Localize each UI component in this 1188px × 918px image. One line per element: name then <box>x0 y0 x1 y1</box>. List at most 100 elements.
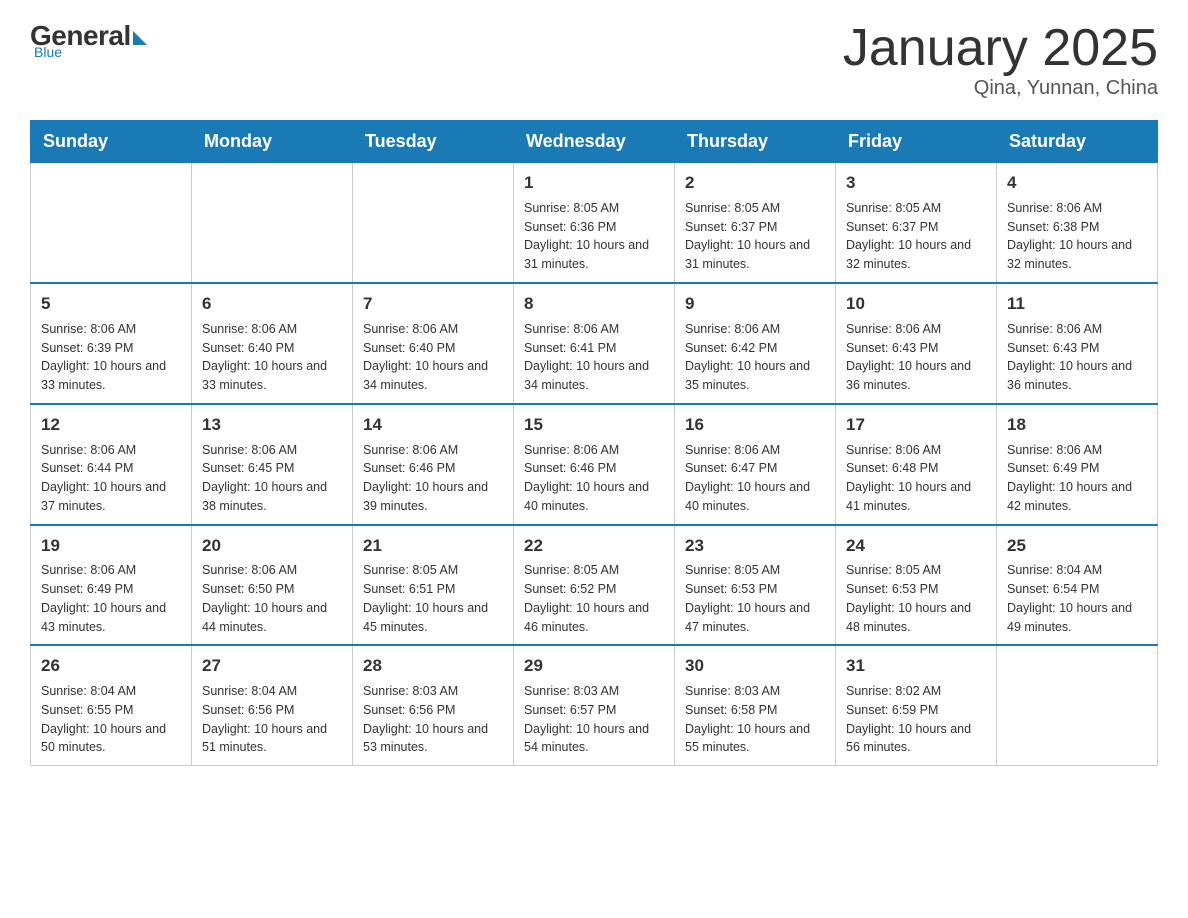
day-number: 7 <box>363 292 503 316</box>
day-info: Sunrise: 8:06 AM Sunset: 6:47 PM Dayligh… <box>685 441 825 516</box>
calendar-cell-4-1: 19 Sunrise: 8:06 AM Sunset: 6:49 PM Dayli… <box>31 525 192 646</box>
logo: General Blue <box>30 20 147 60</box>
day-number: 9 <box>685 292 825 316</box>
day-info: Sunrise: 8:06 AM Sunset: 6:39 PM Dayligh… <box>41 320 181 395</box>
calendar-cell-2-7: 11Sunrise: 8:06 AM Sunset: 6:43 PM Dayli… <box>997 283 1158 404</box>
calendar-cell-1-3 <box>353 163 514 283</box>
day-number: 29 <box>524 654 664 678</box>
weekday-header-sunday: Sunday <box>31 121 192 163</box>
day-info: Sunrise: 8:06 AM Sunset: 6:49 PM Dayligh… <box>41 561 181 636</box>
calendar-cell-5-3: 28 Sunrise: 8:03 AM Sunset: 6:56 PM Dayli… <box>353 645 514 765</box>
calendar-cell-2-2: 6 Sunrise: 8:06 AM Sunset: 6:40 PM Daylig… <box>192 283 353 404</box>
calendar-week-2: 5Sunrise: 8:06 AM Sunset: 6:39 PM Daylig… <box>31 283 1158 404</box>
day-info: Sunrise: 8:05 AM Sunset: 6:36 PM Dayligh… <box>524 199 664 274</box>
calendar-week-1: 1 Sunrise: 8:05 AM Sunset: 6:36 PM Daylig… <box>31 163 1158 283</box>
day-info: Sunrise: 8:05 AM Sunset: 6:53 PM Dayligh… <box>685 561 825 636</box>
day-info: Sunrise: 8:03 AM Sunset: 6:57 PM Dayligh… <box>524 682 664 757</box>
day-number: 4 <box>1007 171 1147 195</box>
month-title: January 2025 <box>843 20 1158 77</box>
day-info: Sunrise: 8:04 AM Sunset: 6:54 PM Dayligh… <box>1007 561 1147 636</box>
calendar-cell-5-2: 27Sunrise: 8:04 AM Sunset: 6:56 PM Dayli… <box>192 645 353 765</box>
calendar-cell-5-6: 31 Sunrise: 8:02 AM Sunset: 6:59 PM Dayli… <box>836 645 997 765</box>
calendar-cell-3-4: 15 Sunrise: 8:06 AM Sunset: 6:46 PM Dayli… <box>514 404 675 525</box>
day-info: Sunrise: 8:06 AM Sunset: 6:46 PM Dayligh… <box>524 441 664 516</box>
day-info: Sunrise: 8:06 AM Sunset: 6:46 PM Dayligh… <box>363 441 503 516</box>
page-header: General Blue January 2025 Qina, Yunnan, … <box>30 20 1158 100</box>
day-info: Sunrise: 8:05 AM Sunset: 6:53 PM Dayligh… <box>846 561 986 636</box>
day-info: Sunrise: 8:06 AM Sunset: 6:40 PM Dayligh… <box>202 320 342 395</box>
day-number: 25 <box>1007 534 1147 558</box>
calendar-cell-1-4: 1 Sunrise: 8:05 AM Sunset: 6:36 PM Daylig… <box>514 163 675 283</box>
weekday-header-monday: Monday <box>192 121 353 163</box>
day-info: Sunrise: 8:06 AM Sunset: 6:42 PM Dayligh… <box>685 320 825 395</box>
calendar-cell-3-7: 18Sunrise: 8:06 AM Sunset: 6:49 PM Dayli… <box>997 404 1158 525</box>
calendar-cell-3-5: 16Sunrise: 8:06 AM Sunset: 6:47 PM Dayli… <box>675 404 836 525</box>
day-number: 21 <box>363 534 503 558</box>
weekday-header-tuesday: Tuesday <box>353 121 514 163</box>
day-info: Sunrise: 8:03 AM Sunset: 6:56 PM Dayligh… <box>363 682 503 757</box>
day-number: 28 <box>363 654 503 678</box>
weekday-header-wednesday: Wednesday <box>514 121 675 163</box>
calendar-cell-3-6: 17 Sunrise: 8:06 AM Sunset: 6:48 PM Dayli… <box>836 404 997 525</box>
calendar-cell-1-5: 2 Sunrise: 8:05 AM Sunset: 6:37 PM Daylig… <box>675 163 836 283</box>
day-number: 15 <box>524 413 664 437</box>
location-text: Qina, Yunnan, China <box>843 77 1158 100</box>
calendar-cell-2-6: 10 Sunrise: 8:06 AM Sunset: 6:43 PM Dayli… <box>836 283 997 404</box>
day-number: 30 <box>685 654 825 678</box>
calendar-table: SundayMondayTuesdayWednesdayThursdayFrid… <box>30 120 1158 766</box>
calendar-cell-4-5: 23 Sunrise: 8:05 AM Sunset: 6:53 PM Dayli… <box>675 525 836 646</box>
day-number: 1 <box>524 171 664 195</box>
day-number: 20 <box>202 534 342 558</box>
day-number: 31 <box>846 654 986 678</box>
calendar-cell-4-6: 24 Sunrise: 8:05 AM Sunset: 6:53 PM Dayli… <box>836 525 997 646</box>
logo-triangle-icon <box>133 31 147 45</box>
calendar-cell-4-7: 25 Sunrise: 8:04 AM Sunset: 6:54 PM Dayli… <box>997 525 1158 646</box>
calendar-cell-1-6: 3 Sunrise: 8:05 AM Sunset: 6:37 PM Daylig… <box>836 163 997 283</box>
day-number: 24 <box>846 534 986 558</box>
day-info: Sunrise: 8:05 AM Sunset: 6:37 PM Dayligh… <box>846 199 986 274</box>
calendar-week-4: 19 Sunrise: 8:06 AM Sunset: 6:49 PM Dayli… <box>31 525 1158 646</box>
calendar-cell-4-4: 22Sunrise: 8:05 AM Sunset: 6:52 PM Dayli… <box>514 525 675 646</box>
day-number: 8 <box>524 292 664 316</box>
day-info: Sunrise: 8:02 AM Sunset: 6:59 PM Dayligh… <box>846 682 986 757</box>
day-info: Sunrise: 8:06 AM Sunset: 6:43 PM Dayligh… <box>846 320 986 395</box>
day-number: 22 <box>524 534 664 558</box>
calendar-week-5: 26 Sunrise: 8:04 AM Sunset: 6:55 PM Dayli… <box>31 645 1158 765</box>
day-info: Sunrise: 8:06 AM Sunset: 6:48 PM Dayligh… <box>846 441 986 516</box>
day-info: Sunrise: 8:05 AM Sunset: 6:51 PM Dayligh… <box>363 561 503 636</box>
calendar-cell-4-2: 20Sunrise: 8:06 AM Sunset: 6:50 PM Dayli… <box>192 525 353 646</box>
day-number: 19 <box>41 534 181 558</box>
calendar-cell-3-2: 13Sunrise: 8:06 AM Sunset: 6:45 PM Dayli… <box>192 404 353 525</box>
day-number: 3 <box>846 171 986 195</box>
day-info: Sunrise: 8:05 AM Sunset: 6:37 PM Dayligh… <box>685 199 825 274</box>
weekday-header-thursday: Thursday <box>675 121 836 163</box>
day-info: Sunrise: 8:06 AM Sunset: 6:40 PM Dayligh… <box>363 320 503 395</box>
calendar-cell-5-1: 26 Sunrise: 8:04 AM Sunset: 6:55 PM Dayli… <box>31 645 192 765</box>
calendar-cell-2-1: 5Sunrise: 8:06 AM Sunset: 6:39 PM Daylig… <box>31 283 192 404</box>
day-info: Sunrise: 8:06 AM Sunset: 6:44 PM Dayligh… <box>41 441 181 516</box>
day-number: 11 <box>1007 292 1147 316</box>
day-info: Sunrise: 8:03 AM Sunset: 6:58 PM Dayligh… <box>685 682 825 757</box>
day-number: 27 <box>202 654 342 678</box>
day-number: 2 <box>685 171 825 195</box>
day-number: 26 <box>41 654 181 678</box>
calendar-cell-2-5: 9 Sunrise: 8:06 AM Sunset: 6:42 PM Daylig… <box>675 283 836 404</box>
calendar-cell-3-1: 12 Sunrise: 8:06 AM Sunset: 6:44 PM Dayli… <box>31 404 192 525</box>
day-number: 6 <box>202 292 342 316</box>
calendar-cell-2-4: 8 Sunrise: 8:06 AM Sunset: 6:41 PM Daylig… <box>514 283 675 404</box>
calendar-cell-2-3: 7 Sunrise: 8:06 AM Sunset: 6:40 PM Daylig… <box>353 283 514 404</box>
day-number: 23 <box>685 534 825 558</box>
calendar-cell-4-3: 21 Sunrise: 8:05 AM Sunset: 6:51 PM Dayli… <box>353 525 514 646</box>
day-info: Sunrise: 8:06 AM Sunset: 6:38 PM Dayligh… <box>1007 199 1147 274</box>
calendar-cell-5-7 <box>997 645 1158 765</box>
day-number: 12 <box>41 413 181 437</box>
day-info: Sunrise: 8:06 AM Sunset: 6:41 PM Dayligh… <box>524 320 664 395</box>
day-info: Sunrise: 8:06 AM Sunset: 6:49 PM Dayligh… <box>1007 441 1147 516</box>
weekday-header-saturday: Saturday <box>997 121 1158 163</box>
calendar-cell-5-5: 30 Sunrise: 8:03 AM Sunset: 6:58 PM Dayli… <box>675 645 836 765</box>
day-info: Sunrise: 8:04 AM Sunset: 6:55 PM Dayligh… <box>41 682 181 757</box>
calendar-week-3: 12 Sunrise: 8:06 AM Sunset: 6:44 PM Dayli… <box>31 404 1158 525</box>
day-number: 10 <box>846 292 986 316</box>
weekday-header-friday: Friday <box>836 121 997 163</box>
day-number: 17 <box>846 413 986 437</box>
